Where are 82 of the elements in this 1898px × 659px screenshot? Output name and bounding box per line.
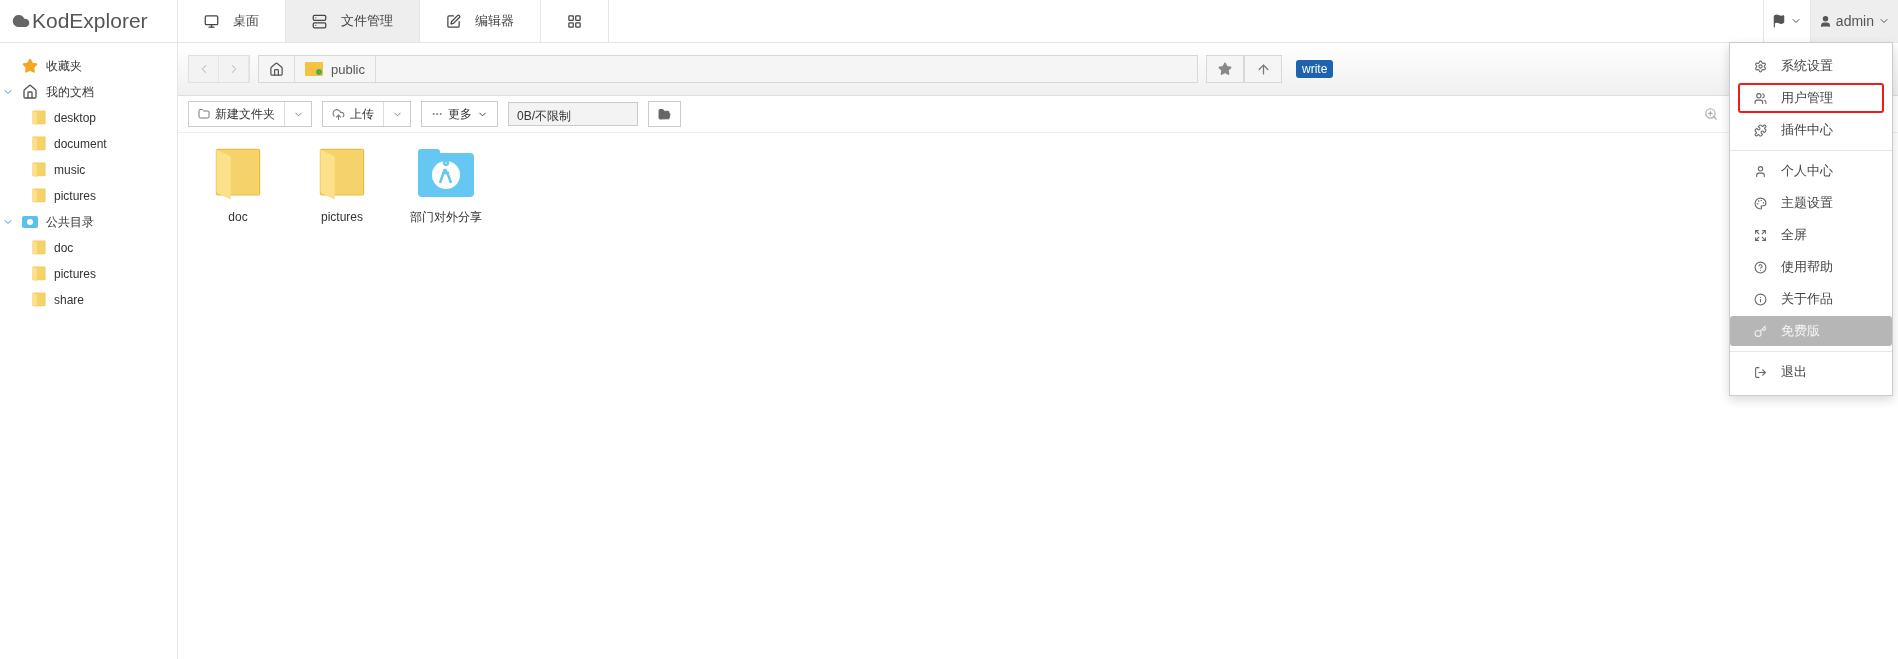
- tree-item[interactable]: desktop: [0, 105, 177, 131]
- tree-item[interactable]: share: [0, 287, 177, 313]
- menu-item[interactable]: 主题设置: [1738, 188, 1884, 218]
- home-icon: [269, 61, 284, 77]
- sidebar-item[interactable]: 我的文档: [0, 79, 177, 105]
- storage-text: 0B/不限制: [517, 108, 572, 125]
- folder-icon: [32, 136, 46, 152]
- grid-icon: [567, 13, 582, 29]
- menu-item[interactable]: 插件中心: [1738, 115, 1884, 145]
- folder-icon: [318, 147, 366, 200]
- folder-name: doc: [54, 241, 74, 255]
- folder-icon: [32, 292, 46, 308]
- flag-icon: [1771, 14, 1786, 28]
- menu-item[interactable]: 退出: [1738, 357, 1884, 387]
- file-item[interactable]: 部门对外分享: [406, 147, 486, 226]
- folder-icon: [305, 62, 323, 76]
- folder-name: desktop: [54, 111, 97, 125]
- app-logo: KodExplorer: [32, 9, 148, 33]
- menu-item[interactable]: 使用帮助: [1738, 252, 1884, 282]
- tree-item[interactable]: music: [0, 157, 177, 183]
- home-icon: [22, 84, 38, 100]
- menu-item[interactable]: 系统设置: [1738, 51, 1884, 81]
- folder-icon: [32, 240, 46, 256]
- file-item[interactable]: pictures: [302, 147, 382, 226]
- help-icon: [1754, 260, 1767, 274]
- users-icon: [1754, 91, 1767, 105]
- menu-item[interactable]: 个人中心: [1738, 156, 1884, 186]
- drive-icon: [22, 216, 38, 228]
- star-icon: [1218, 62, 1232, 76]
- edit-icon: [446, 13, 461, 29]
- sidebar-item[interactable]: 收藏夹: [0, 53, 177, 79]
- folder-icon: [32, 188, 46, 204]
- expand-icon: [1754, 228, 1767, 242]
- folder-name: share: [54, 293, 85, 307]
- menu-item[interactable]: 关于作品: [1738, 284, 1884, 314]
- palette-icon: [1754, 196, 1767, 210]
- file-name: pictures: [321, 209, 363, 224]
- menu-item[interactable]: 全屏: [1738, 220, 1884, 250]
- cloud-icon: [12, 12, 30, 30]
- open-folder-button[interactable]: [648, 101, 681, 127]
- tree-item[interactable]: pictures: [0, 261, 177, 287]
- more-button[interactable]: 更多: [421, 101, 498, 127]
- user-icon: [1818, 14, 1832, 28]
- folder-name: pictures: [54, 267, 97, 281]
- folder-name: music: [54, 163, 86, 177]
- sidebar-item[interactable]: 公共目录: [0, 209, 177, 235]
- cloud-upload-icon: [332, 107, 345, 121]
- info-icon: [1754, 292, 1767, 306]
- folder-icon: [198, 108, 210, 120]
- folder-icon: [32, 162, 46, 178]
- sidebar-label: 我的文档: [46, 83, 94, 101]
- zoom-icon[interactable]: [1704, 107, 1718, 121]
- tree-item[interactable]: pictures: [0, 183, 177, 209]
- file-item[interactable]: doc: [198, 147, 278, 226]
- file-name: doc: [228, 209, 248, 224]
- folder-icon: [32, 110, 46, 126]
- folder-open-icon: [658, 107, 671, 121]
- star-icon: [22, 58, 38, 74]
- key-icon: [1754, 324, 1767, 338]
- puzzle-icon: [1754, 123, 1767, 137]
- gear-icon: [1754, 59, 1767, 73]
- monitor-icon: [204, 13, 219, 29]
- folder-icon: [214, 147, 262, 200]
- tree-item[interactable]: doc: [0, 235, 177, 261]
- folder-name: pictures: [54, 189, 97, 203]
- up-button[interactable]: [1244, 55, 1282, 83]
- folder-icon: [32, 266, 46, 282]
- file-name: 部门对外分享: [410, 209, 482, 226]
- shared-folder-icon: [416, 147, 476, 199]
- logout-icon: [1754, 365, 1767, 379]
- favorite-button[interactable]: [1206, 55, 1244, 83]
- folder-name: document: [54, 137, 107, 151]
- user-menu-button[interactable]: admin: [1809, 0, 1898, 42]
- sidebar-label: 收藏夹: [46, 57, 82, 75]
- permission-badge: write: [1296, 60, 1334, 78]
- path-crumb[interactable]: public: [295, 56, 376, 82]
- sidebar-label: 公共目录: [46, 213, 94, 231]
- nav-tab[interactable]: 文件管理: [286, 0, 420, 42]
- server-icon: [312, 13, 327, 29]
- user-icon: [1754, 164, 1767, 178]
- tree-item[interactable]: document: [0, 131, 177, 157]
- menu-item[interactable]: 用户管理: [1738, 83, 1884, 113]
